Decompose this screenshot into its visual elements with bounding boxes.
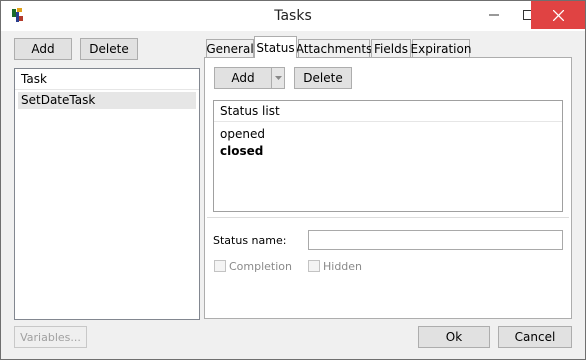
add-status-button[interactable]: Add bbox=[214, 67, 272, 89]
task-list: Task SetDateTask bbox=[14, 68, 200, 320]
status-list-item[interactable]: closed bbox=[214, 143, 562, 160]
status-name-label: Status name: bbox=[213, 234, 287, 247]
add-task-button[interactable]: Add bbox=[14, 38, 72, 60]
task-list-header: Task bbox=[15, 69, 199, 90]
task-list-item[interactable]: SetDateTask bbox=[18, 92, 196, 109]
variables-label: Variables... bbox=[20, 330, 81, 344]
tab-attachments[interactable]: Attachments bbox=[296, 39, 372, 57]
separator bbox=[207, 217, 569, 218]
add-task-label: Add bbox=[31, 42, 55, 56]
delete-status-button[interactable]: Delete bbox=[294, 67, 352, 89]
add-status-dropdown[interactable] bbox=[271, 67, 285, 89]
ok-button[interactable]: Ok bbox=[418, 326, 490, 348]
tab-fields[interactable]: Fields bbox=[371, 39, 411, 57]
delete-status-label: Delete bbox=[303, 71, 343, 85]
hidden-label: Hidden bbox=[323, 260, 363, 273]
delete-task-label: Delete bbox=[89, 42, 129, 56]
minimize-button[interactable] bbox=[477, 1, 511, 29]
status-tab-page: Add Delete Status list opened closed Sta… bbox=[204, 57, 572, 319]
status-name-input[interactable] bbox=[308, 230, 563, 250]
cancel-label: Cancel bbox=[514, 330, 556, 344]
status-list-header: Status list bbox=[214, 101, 562, 122]
tasks-window: Tasks Add Delete Task SetDateTask Genera… bbox=[0, 0, 586, 360]
tab-status[interactable]: Status bbox=[254, 36, 297, 58]
completion-checkbox[interactable] bbox=[214, 260, 226, 272]
close-button[interactable] bbox=[531, 1, 585, 29]
tab-general[interactable]: General bbox=[206, 39, 254, 57]
cancel-button[interactable]: Cancel bbox=[498, 326, 572, 348]
variables-button[interactable]: Variables... bbox=[14, 326, 87, 348]
close-icon bbox=[552, 9, 564, 21]
completion-label: Completion bbox=[229, 260, 293, 273]
title-bar: Tasks bbox=[1, 1, 585, 31]
hidden-checkbox[interactable] bbox=[308, 260, 320, 272]
status-list: Status list opened closed bbox=[213, 100, 563, 212]
ok-label: Ok bbox=[445, 330, 463, 344]
delete-task-button[interactable]: Delete bbox=[80, 38, 138, 60]
tab-expiration[interactable]: Expiration bbox=[411, 39, 471, 57]
status-list-item[interactable]: opened bbox=[214, 126, 562, 143]
add-status-label: Add bbox=[231, 71, 255, 85]
chevron-down-icon bbox=[274, 76, 282, 80]
